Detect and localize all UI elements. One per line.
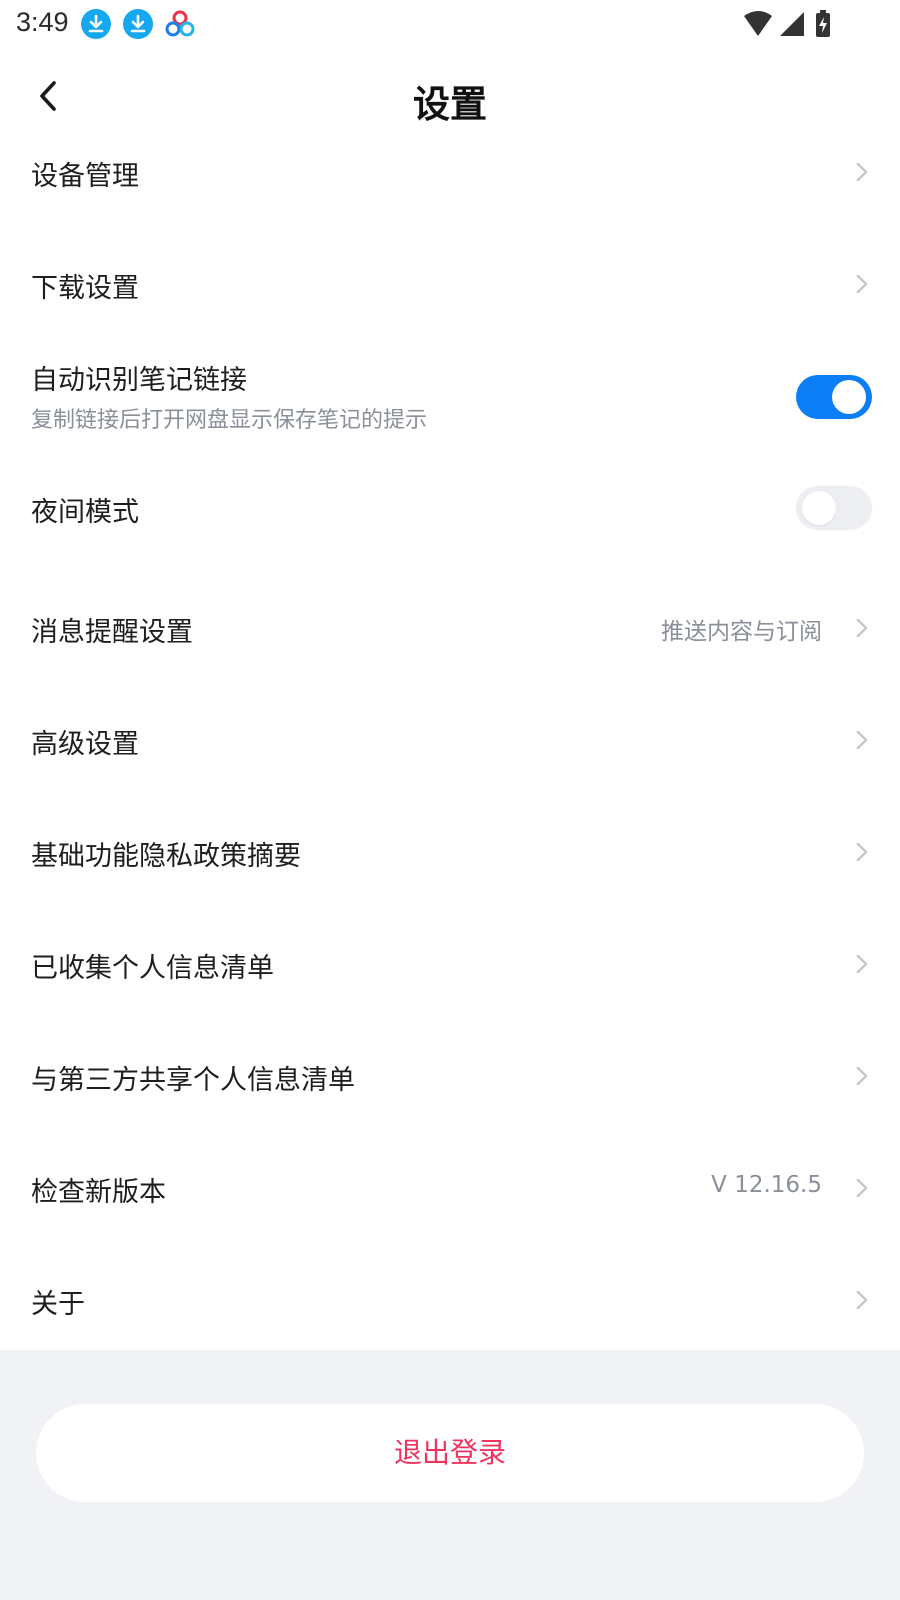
chevron-right-icon xyxy=(856,842,868,862)
settings-item-label: 检查新版本 xyxy=(31,1177,166,1208)
chevron-right-icon xyxy=(856,618,868,638)
status-bar: 3:49 xyxy=(0,0,900,48)
logout-button[interactable]: 退出登录 xyxy=(36,1404,864,1502)
settings-item-about[interactable]: 关于 xyxy=(0,1240,900,1352)
chevron-right-icon xyxy=(856,274,868,294)
settings-item-download-settings[interactable]: 下载设置 xyxy=(0,232,900,344)
settings-item-advanced-settings[interactable]: 高级设置 xyxy=(0,680,900,792)
chevron-right-icon xyxy=(856,954,868,974)
settings-item-label: 已收集个人信息清单 xyxy=(31,953,274,984)
settings-item-label: 自动识别笔记链接 xyxy=(31,365,247,396)
settings-list: 设备管理 下载设置 自动识别笔记链接 复制链接后打开网盘显示保存笔记的提示 夜间… xyxy=(0,120,900,1352)
settings-item-label: 设备管理 xyxy=(31,161,139,192)
settings-item-description: 复制链接后打开网盘显示保存笔记的提示 xyxy=(31,408,428,433)
toggle-knob xyxy=(802,491,836,525)
baidu-netdisk-icon xyxy=(165,10,195,37)
version-value: V 12.16.5 xyxy=(711,1172,822,1198)
settings-item-label: 关于 xyxy=(31,1289,85,1320)
settings-item-third-party-info[interactable]: 与第三方共享个人信息清单 xyxy=(0,1016,900,1128)
signal-icon xyxy=(780,12,804,36)
chevron-right-icon xyxy=(856,162,868,182)
chevron-right-icon xyxy=(856,1290,868,1310)
settings-item-label: 基础功能隐私政策摘要 xyxy=(31,841,301,872)
settings-item-label: 与第三方共享个人信息清单 xyxy=(31,1065,355,1096)
settings-item-night-mode: 夜间模式 xyxy=(0,470,900,568)
settings-item-device-management[interactable]: 设备管理 xyxy=(0,120,900,232)
auto-detect-links-toggle[interactable] xyxy=(796,375,872,419)
toggle-knob xyxy=(832,380,866,414)
night-mode-toggle[interactable] xyxy=(796,486,872,530)
settings-item-label: 高级设置 xyxy=(31,729,139,760)
chevron-right-icon xyxy=(856,1178,868,1198)
chevron-right-icon xyxy=(856,1066,868,1086)
battery-charging-icon xyxy=(816,10,830,37)
settings-item-check-version[interactable]: 检查新版本 V 12.16.5 xyxy=(0,1128,900,1240)
chevron-right-icon xyxy=(856,730,868,750)
settings-item-auto-detect-links: 自动识别笔记链接 复制链接后打开网盘显示保存笔记的提示 xyxy=(0,344,900,470)
settings-item-label: 消息提醒设置 xyxy=(31,617,193,648)
wifi-icon xyxy=(744,11,772,36)
settings-item-label: 下载设置 xyxy=(31,273,139,304)
status-right-icons xyxy=(744,10,830,37)
settings-item-privacy-summary[interactable]: 基础功能隐私政策摘要 xyxy=(0,792,900,904)
settings-item-collected-info[interactable]: 已收集个人信息清单 xyxy=(0,904,900,1016)
settings-item-value: 推送内容与订阅 xyxy=(661,619,822,645)
status-time: 3:49 xyxy=(16,7,69,37)
download-notification-icon xyxy=(81,9,111,39)
settings-item-label: 夜间模式 xyxy=(31,497,139,528)
download-notification-icon xyxy=(123,9,153,39)
settings-item-notification-settings[interactable]: 消息提醒设置 推送内容与订阅 xyxy=(0,568,900,680)
bottom-area: 退出登录 xyxy=(0,1350,900,1600)
